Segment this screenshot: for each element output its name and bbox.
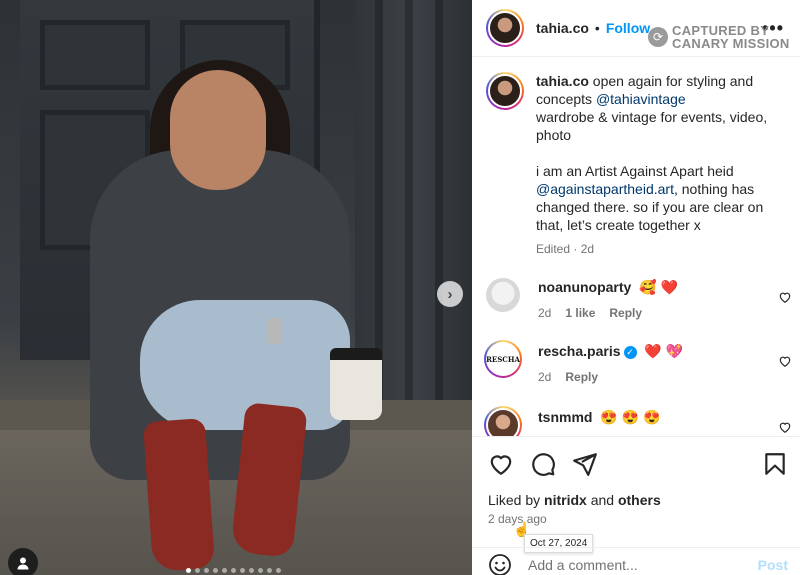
- post-comment-button[interactable]: Post: [758, 557, 788, 573]
- post-details-pane: tahia.co • Follow ••• ⟳ CAPTURED BY CANA…: [472, 0, 800, 575]
- watermark-line-2: CANARY MISSION: [672, 36, 790, 51]
- caption-avatar[interactable]: [486, 72, 524, 110]
- liked-by-prefix: Liked by: [488, 492, 541, 508]
- carousel-dot: [249, 568, 254, 573]
- person-face: [170, 70, 266, 190]
- follow-button[interactable]: Follow: [606, 20, 650, 36]
- header-username[interactable]: tahia.co: [536, 20, 589, 36]
- carousel-dot: [204, 568, 209, 573]
- door-panel: [40, 20, 150, 90]
- header-separator: •: [594, 20, 600, 36]
- coffee-cup: [330, 348, 382, 420]
- comment-avatar[interactable]: [486, 278, 520, 312]
- comment-username[interactable]: noanunoparty: [538, 279, 631, 295]
- comment-text: 🥰 ❤️: [639, 279, 678, 295]
- bracelet: [268, 318, 282, 344]
- post-caption: tahia.co open again for styling and conc…: [486, 72, 781, 258]
- liked-by-user[interactable]: nitridx: [544, 492, 587, 508]
- verified-badge-icon: ✓: [623, 345, 637, 359]
- red-boot-left: [142, 418, 216, 572]
- emoji-smiley-icon[interactable]: [488, 553, 512, 575]
- comment-avatar[interactable]: [484, 406, 522, 436]
- like-comment-heart-icon[interactable]: [778, 420, 792, 434]
- caption-text-2: wardrobe & vintage for events, video, ph…: [536, 109, 768, 143]
- reply-button[interactable]: Reply: [565, 370, 598, 384]
- caption-text-3: i am an Artist Against Apart heid: [536, 163, 734, 179]
- carousel-next-button[interactable]: ›: [437, 281, 463, 307]
- bookmark-icon[interactable]: [762, 451, 788, 477]
- caption-mention-1[interactable]: @tahiavintage: [596, 91, 686, 107]
- caption-username[interactable]: tahia.co: [536, 73, 589, 89]
- comment-item: RESCHA rescha.paris ✓ ❤️ 💖 2d Reply: [484, 340, 792, 384]
- share-paper-plane-icon[interactable]: [572, 451, 598, 477]
- comment-text: ❤️ 💖: [644, 343, 684, 359]
- liked-by-others[interactable]: others: [618, 492, 661, 508]
- post-photo[interactable]: ›: [0, 0, 472, 575]
- avatar[interactable]: [486, 9, 524, 47]
- add-comment-bar: Post: [472, 547, 800, 575]
- like-comment-heart-icon[interactable]: [778, 354, 792, 368]
- user-tag-icon[interactable]: [8, 548, 38, 575]
- comment-avatar-logo: RESCHA: [486, 342, 520, 376]
- comment-username[interactable]: rescha.paris: [538, 343, 621, 359]
- likes-summary: Liked by nitridx and others: [488, 492, 661, 508]
- comment-bubble-icon[interactable]: [530, 451, 556, 477]
- carousel-dot: [231, 568, 236, 573]
- carousel-dot: [195, 568, 200, 573]
- post-header: tahia.co • Follow ••• ⟳ CAPTURED BY CANA…: [472, 0, 800, 57]
- caption-mention-2[interactable]: @againstapartheid.art: [536, 181, 674, 197]
- carousel-dot: [240, 568, 245, 573]
- carousel-dot: [267, 568, 272, 573]
- post-actions: Liked by nitridx and others 2 days ago ☝…: [472, 436, 800, 575]
- reply-button[interactable]: Reply: [609, 306, 642, 320]
- canary-logo-icon: ⟳: [648, 27, 668, 47]
- comments-list[interactable]: tahia.co open again for styling and conc…: [472, 58, 800, 436]
- carousel-dot: [222, 568, 227, 573]
- carousel-dot: [258, 568, 263, 573]
- like-comment-heart-icon[interactable]: [778, 290, 792, 304]
- comment-avatar[interactable]: RESCHA: [484, 340, 522, 378]
- comment-time: 2d: [538, 306, 552, 320]
- comment-item: tsnmmd 😍 😍 😍: [484, 406, 792, 436]
- liked-by-and: and: [590, 492, 615, 508]
- carousel-indicator: [186, 568, 281, 573]
- comment-item: noanunoparty 🥰 ❤️ 2d 1 like Reply: [486, 278, 792, 320]
- comment-time: 2d: [538, 370, 552, 384]
- carousel-dot: [213, 568, 218, 573]
- like-heart-icon[interactable]: [488, 451, 514, 477]
- comment-text: 😍 😍 😍: [600, 409, 661, 425]
- comment-likes[interactable]: 1 like: [565, 306, 595, 320]
- comment-username[interactable]: tsnmmd: [538, 409, 592, 425]
- carousel-dot: [276, 568, 281, 573]
- caption-meta: Edited · 2d: [536, 242, 595, 256]
- carousel-dot: [186, 568, 191, 573]
- comment-input[interactable]: [528, 557, 748, 573]
- watermark: ⟳ CAPTURED BY CANARY MISSION: [648, 24, 790, 50]
